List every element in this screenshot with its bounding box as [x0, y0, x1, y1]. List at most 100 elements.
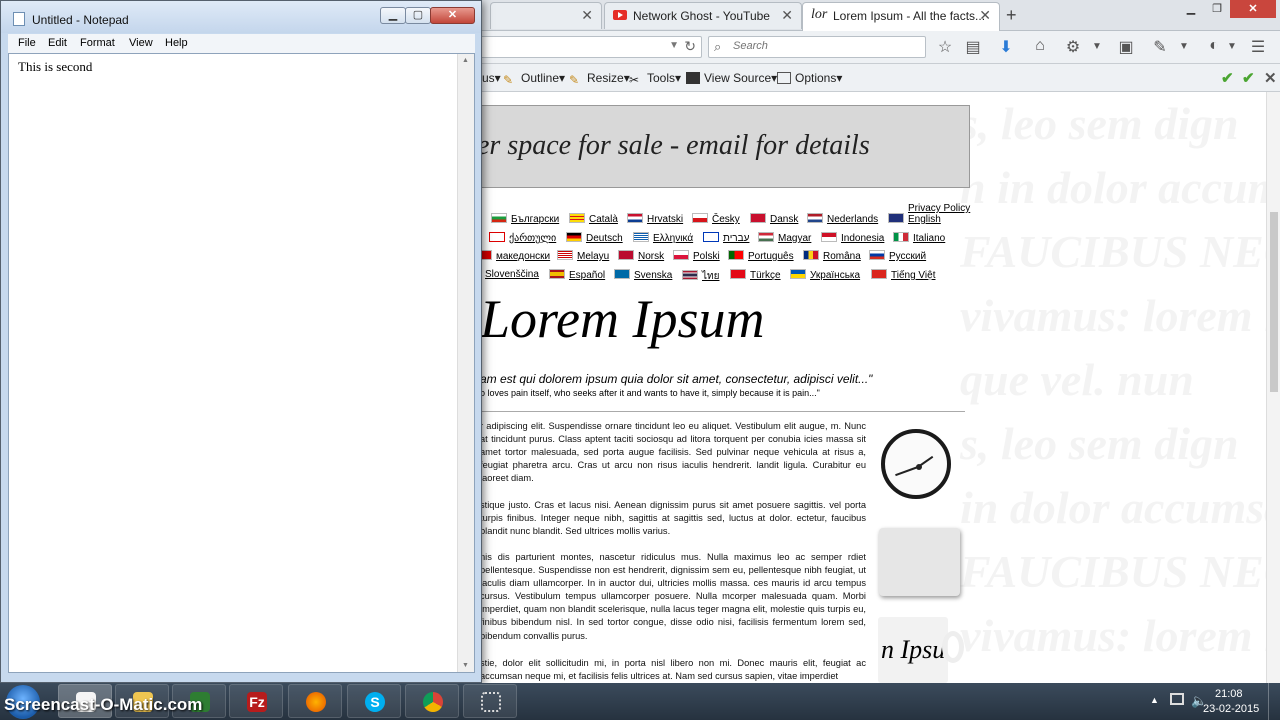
search-input[interactable]	[731, 39, 915, 53]
reading-list-icon[interactable]: ▤	[963, 37, 983, 57]
menu-format[interactable]: Format	[80, 37, 115, 49]
show-desktop-button[interactable]	[1268, 683, 1280, 720]
tab-youtube[interactable]: Network Ghost - YouTube ✕	[604, 2, 802, 29]
webdev-options[interactable]: Options▾	[777, 71, 842, 85]
taskbar-chrome[interactable]	[405, 684, 459, 718]
close-window-button[interactable]: ✕	[1230, 0, 1276, 18]
minimize-button[interactable]: ▁	[380, 7, 406, 24]
chevron-down-icon[interactable]: ▼	[669, 40, 679, 51]
lang-link[interactable]: Melayu	[557, 250, 609, 262]
menu-edit[interactable]: Edit	[48, 37, 67, 49]
chevron-down-icon[interactable]: ▼	[1087, 41, 1107, 52]
mousepad-product-image[interactable]	[879, 528, 960, 596]
flag-icon	[491, 213, 507, 223]
lang-link[interactable]: македонски	[476, 250, 550, 262]
lang-link[interactable]: Deutsch	[566, 232, 623, 244]
clock-date[interactable]: 23-02-2015	[1203, 703, 1259, 715]
ad-banner[interactable]: er space for sale - email for details	[466, 105, 970, 188]
url-bar[interactable]: ▼ ↻	[480, 36, 702, 58]
page-scrollbar[interactable]	[1266, 92, 1280, 683]
lang-link[interactable]: Slovenščina	[485, 269, 539, 280]
reload-icon[interactable]: ↻	[684, 38, 696, 55]
menu-view[interactable]: View	[129, 37, 153, 49]
scrollbar-thumb[interactable]	[1270, 212, 1278, 392]
close-toolbar-icon[interactable]: ✕	[1264, 69, 1277, 87]
validation-check-icon[interactable]: ✔	[1242, 69, 1255, 87]
close-tab-icon[interactable]: ✕	[781, 7, 793, 24]
lang-label: Dansk	[770, 214, 799, 225]
menu-icon[interactable]: ☰	[1248, 37, 1268, 57]
taskbar-screen-recorder[interactable]	[463, 684, 517, 718]
webdev-outline[interactable]: ✎ Outline▾	[503, 71, 565, 87]
maximize-button[interactable]: ▢	[405, 7, 431, 24]
lang-link[interactable]: Nederlands	[807, 213, 878, 225]
page-quote-translation: o loves pain itself, who seeks after it …	[480, 388, 820, 398]
webdev-menu-partial[interactable]: us▾	[482, 71, 501, 85]
sync-icon[interactable]: ◐	[1204, 37, 1224, 55]
bookmark-star-icon[interactable]: ☆	[935, 37, 955, 57]
lang-link[interactable]: Indonesia	[821, 232, 884, 244]
lang-link[interactable]: ქართული	[489, 232, 556, 244]
tab-lorem-ipsum[interactable]: lor Lorem Ipsum - All the facts... ✕	[802, 2, 1000, 31]
notepad-title: Untitled - Notepad	[32, 13, 129, 27]
validation-check-icon[interactable]: ✔	[1221, 69, 1234, 87]
mug-product-image[interactable]: n Ipsu	[878, 617, 964, 683]
chevron-down-icon[interactable]: ▼	[1222, 41, 1242, 52]
tools-icon[interactable]: ✎	[1150, 37, 1170, 57]
lang-link[interactable]: Português	[728, 250, 794, 262]
close-button[interactable]: ✕	[430, 7, 475, 24]
lang-link[interactable]: Hrvatski	[627, 213, 683, 225]
webdev-tools[interactable]: ✂ Tools▾	[629, 71, 681, 87]
notepad-scrollbar[interactable]: ▲ ▼	[457, 54, 474, 672]
lang-link[interactable]: Català	[569, 213, 618, 225]
search-box[interactable]: ⌕	[708, 36, 926, 58]
scroll-down-icon[interactable]: ▼	[462, 662, 469, 669]
lang-link[interactable]: Norsk	[618, 250, 664, 262]
menu-file[interactable]: File	[18, 37, 36, 49]
tab-partial[interactable]: ✕	[490, 2, 602, 29]
home-icon[interactable]: ⌂	[1030, 37, 1050, 55]
taskbar-filezilla[interactable]: Fz	[229, 684, 283, 718]
lorem-favicon-icon: lor	[811, 7, 828, 22]
close-tab-icon[interactable]: ✕	[581, 7, 593, 24]
lang-link[interactable]: Tiếng Việt	[871, 269, 935, 281]
taskbar-skype[interactable]: S	[347, 684, 401, 718]
lang-link[interactable]: ไทย	[682, 269, 719, 284]
scroll-up-icon[interactable]: ▲	[462, 57, 469, 64]
chevron-down-icon[interactable]: ▼	[1174, 41, 1194, 52]
lang-link[interactable]: Ελληνικά	[633, 232, 693, 244]
network-icon[interactable]	[1170, 693, 1184, 705]
clock-product-image[interactable]	[881, 429, 951, 499]
minimize-button[interactable]: ▁	[1178, 0, 1204, 18]
lang-link[interactable]: Polski	[673, 250, 720, 262]
lang-link[interactable]: Български	[491, 213, 559, 225]
lang-link[interactable]: Українська	[790, 269, 860, 281]
webdev-icon[interactable]: ▣	[1116, 37, 1136, 57]
clock-time[interactable]: 21:08	[1215, 688, 1243, 700]
downloads-icon[interactable]: ⬇	[996, 37, 1016, 57]
notepad-titlebar[interactable]: Untitled - Notepad ▁ ▢ ✕	[1, 1, 481, 33]
lang-link[interactable]: Magyar	[758, 232, 811, 244]
webdev-view-source[interactable]: View Source▾	[686, 71, 777, 85]
lang-link[interactable]: Italiano	[893, 232, 945, 244]
tray-expand-icon[interactable]: ▲	[1150, 695, 1159, 705]
lang-link[interactable]: Svenska	[614, 269, 672, 281]
flag-icon	[871, 269, 887, 279]
close-tab-icon[interactable]: ✕	[979, 7, 991, 24]
lang-link[interactable]: עברית	[703, 232, 749, 244]
maximize-button[interactable]: ❐	[1204, 0, 1230, 18]
lang-link[interactable]: Româna	[803, 250, 861, 262]
webdev-resize[interactable]: ✎ Resize▾	[569, 71, 630, 87]
notepad-text-area[interactable]: This is second ▲ ▼	[8, 53, 475, 673]
lang-link[interactable]: Español	[549, 269, 605, 281]
lang-link[interactable]: Русский	[869, 250, 926, 262]
new-tab-button[interactable]: +	[1006, 5, 1017, 26]
lang-link[interactable]: Česky	[692, 213, 740, 225]
lang-link[interactable]: Türkçe	[730, 269, 781, 281]
lang-label: Català	[589, 214, 618, 225]
menu-help[interactable]: Help	[165, 37, 188, 49]
taskbar-firefox[interactable]	[288, 684, 342, 718]
lang-link[interactable]: Dansk	[750, 213, 798, 225]
addon-icon[interactable]: ⚙	[1063, 37, 1083, 57]
lang-link[interactable]: English	[888, 213, 941, 225]
